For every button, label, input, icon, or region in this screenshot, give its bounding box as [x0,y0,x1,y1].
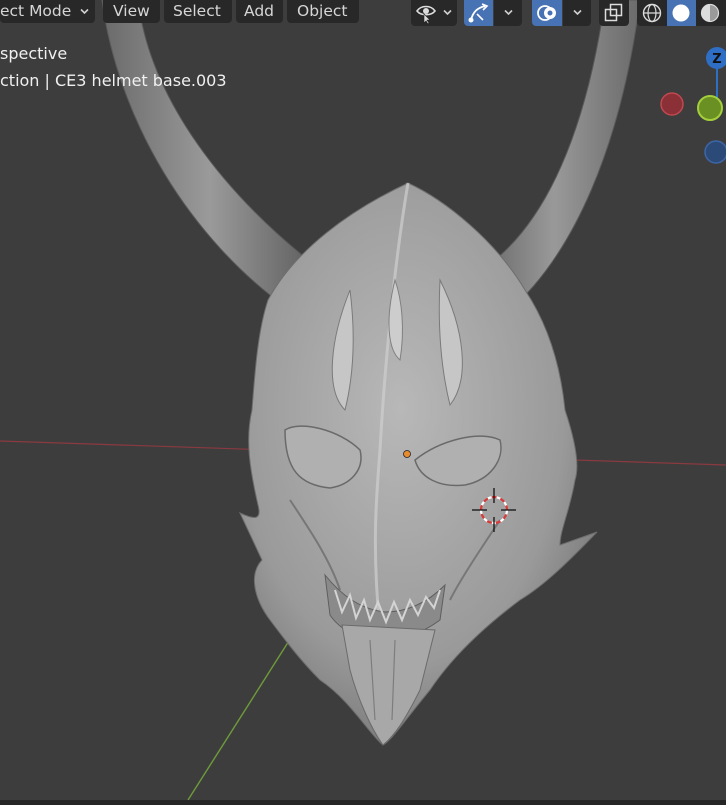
gizmo-neg-x [660,92,684,116]
left-horn [101,0,319,311]
viewport-header: ect Mode View Select Add Object [0,0,726,26]
overlay-dropdown[interactable] [563,0,591,26]
material-shading-icon [700,3,720,23]
3d-viewport[interactable]: spective ction | CE3 helmet base.003 Z [0,0,726,800]
menu-select[interactable]: Select [164,0,232,23]
mode-dropdown[interactable]: ect Mode [0,0,95,23]
menu-object[interactable]: Object [287,0,359,23]
chevron-down-icon [80,8,89,15]
gizmo-neg-z [704,140,726,164]
eye-icon [416,5,436,24]
wireframe-shading-icon [642,3,662,23]
gizmo-z-label: Z [712,52,721,67]
gizmo-dropdown[interactable] [494,0,522,26]
gizmo-y [697,95,723,121]
solid-shading-button[interactable] [667,0,696,26]
visibility-dropdown[interactable] [411,0,457,26]
xray-toggle-button[interactable] [599,0,629,26]
chevron-down-icon [573,9,582,16]
menu-add[interactable]: Add [236,0,283,23]
overlay-icon [537,5,556,21]
bottom-status-strip [0,800,726,805]
material-shading-button[interactable] [696,0,726,26]
solid-shading-icon [672,4,690,22]
wireframe-shading-button[interactable] [637,0,667,26]
mode-label: ect Mode [0,2,72,20]
menu-view[interactable]: View [103,0,160,23]
chevron-down-icon [504,9,513,16]
gizmo-icon [468,3,489,23]
chin-plate [341,624,436,746]
object-origin [403,450,411,458]
overlay-toggle-button[interactable] [532,0,562,26]
gizmo-toggle-button[interactable] [464,0,493,26]
viewport-scene [0,0,726,800]
chevron-down-icon [443,9,452,16]
navigation-gizmo[interactable]: Z [650,40,726,170]
view-perspective-label: spective [0,44,68,63]
collection-object-label: ction | CE3 helmet base.003 [0,71,227,90]
xray-icon [604,3,623,22]
